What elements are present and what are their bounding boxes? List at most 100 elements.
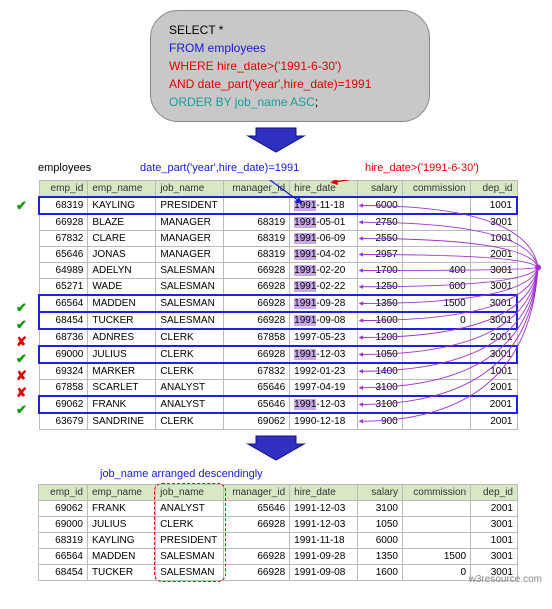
cell-job_name: CLERK	[156, 413, 224, 430]
table-row: 69324MARKERCLERK678321992-01-2314001001	[39, 363, 517, 380]
cell-dep_id: 2001	[470, 413, 517, 430]
cell-emp_name: KAYLING	[87, 533, 155, 549]
sql-semicolon: ;	[315, 95, 318, 109]
cell-emp_id: 68736	[39, 329, 88, 346]
cell-manager_id: 66928	[224, 312, 290, 329]
col-emp_id: emp_id	[39, 485, 88, 501]
cell-emp_id: 68454	[39, 312, 88, 329]
cell-dep_id: 3001	[470, 312, 517, 329]
arrow-down-icon	[246, 126, 306, 154]
employees-table-wrap: emp_idemp_namejob_namemanager_idhire_dat…	[38, 180, 518, 430]
cell-emp_name: JONAS	[88, 247, 156, 263]
cell-commission	[402, 329, 470, 346]
cell-hire_date: 1991-02-22	[290, 279, 358, 296]
cell-commission	[402, 214, 470, 231]
cell-salary: 6000	[358, 533, 403, 549]
cell-emp_id: 66564	[39, 295, 88, 312]
cell-commission: 600	[402, 279, 470, 296]
cell-job_name: PRESIDENT	[156, 197, 224, 214]
cell-emp_name: CLARE	[88, 231, 156, 247]
cell-commission	[402, 501, 470, 517]
col-hire_date: hire_date	[290, 181, 358, 198]
col-emp_id: emp_id	[39, 181, 88, 198]
cell-job_name: SALESMAN	[156, 312, 224, 329]
table-row: 69062FRANKANALYST656461991-12-0331002001	[39, 396, 517, 413]
table-row: 68454TUCKERSALESMAN669281991-09-08160003…	[39, 312, 517, 329]
sql-query-box: SELECT * FROM employees WHERE hire_date>…	[150, 10, 430, 122]
cell-emp_name: SCARLET	[88, 380, 156, 397]
cell-emp_id: 65646	[39, 247, 88, 263]
col-commission: commission	[402, 485, 470, 501]
cell-commission	[402, 517, 470, 533]
labels-row: employees date_part('year',hire_date)=19…	[10, 160, 542, 180]
cell-emp_name: MARKER	[88, 363, 156, 380]
cell-manager_id	[224, 533, 290, 549]
cell-hire_date: 1991-05-01	[290, 214, 358, 231]
check-icon: ✔	[16, 401, 36, 418]
cell-job_name: SALESMAN	[156, 295, 224, 312]
col-manager_id: manager_id	[224, 181, 290, 198]
cell-hire_date: 1991-02-20	[290, 263, 358, 279]
cell-hire_date: 1991-12-03	[290, 346, 358, 363]
credit: w3resource.com	[469, 574, 542, 585]
cell-manager_id: 66928	[224, 565, 290, 581]
cell-dep_id: 3001	[471, 549, 518, 565]
table-row: 63679SANDRINECLERK690621990-12-189002001	[39, 413, 517, 430]
cell-manager_id	[224, 197, 290, 214]
employees-table: emp_idemp_namejob_namemanager_idhire_dat…	[38, 180, 518, 430]
cell-commission: 1500	[402, 549, 470, 565]
cell-emp_id: 69062	[39, 396, 88, 413]
cell-dep_id: 1001	[470, 363, 517, 380]
cross-icon: ✘	[16, 384, 36, 401]
cell-emp_id: 69324	[39, 363, 88, 380]
cell-job_name: MANAGER	[156, 231, 224, 247]
cell-manager_id: 66928	[224, 346, 290, 363]
sql-from: FROM employees	[169, 41, 266, 55]
cell-emp_name: KAYLING	[88, 197, 156, 214]
table-row: 69000JULIUSCLERK669281991-12-0310503001	[39, 346, 517, 363]
cell-dep_id: 2001	[470, 329, 517, 346]
cell-dep_id: 2001	[471, 501, 518, 517]
cell-emp_name: MADDEN	[88, 295, 156, 312]
cell-manager_id: 66928	[224, 279, 290, 296]
table-row: 67832CLAREMANAGER683191991-06-0925501001	[39, 231, 517, 247]
cell-dep_id: 3001	[470, 295, 517, 312]
cell-emp_id: 68454	[39, 565, 88, 581]
cell-emp_id: 67832	[39, 231, 88, 247]
table-row: 69000JULIUSCLERK669281991-12-0310503001	[39, 517, 518, 533]
cell-manager_id: 65646	[224, 380, 290, 397]
cell-emp_id: 63679	[39, 413, 88, 430]
cell-commission	[402, 380, 470, 397]
cell-manager_id: 66928	[224, 549, 290, 565]
sort-caption: job_name arranged descendingly	[100, 468, 542, 480]
cell-emp_name: FRANK	[88, 396, 156, 413]
cell-salary: 1600	[358, 312, 403, 329]
cell-manager_id: 68319	[224, 231, 290, 247]
table-row: 68736ADNRESCLERK678581997-05-2312002001	[39, 329, 517, 346]
cell-emp_id: 66564	[39, 549, 88, 565]
cell-hire_date: 1997-05-23	[290, 329, 358, 346]
cell-commission: 0	[402, 312, 470, 329]
cell-job_name: SALESMAN	[156, 565, 224, 581]
cell-emp_name: TUCKER	[87, 565, 155, 581]
cell-dep_id: 3001	[470, 346, 517, 363]
check-icon: ✔	[16, 350, 36, 367]
cell-emp_id: 69000	[39, 517, 88, 533]
cell-dep_id: 3001	[470, 214, 517, 231]
cell-hire_date: 1992-01-23	[290, 363, 358, 380]
cell-salary: 6000	[358, 197, 403, 214]
check-icon: ✔	[16, 316, 36, 333]
cell-salary: 1600	[358, 565, 403, 581]
cell-job_name: ANALYST	[156, 380, 224, 397]
cell-emp_id: 68319	[39, 197, 88, 214]
cell-emp_id: 64989	[39, 263, 88, 279]
cell-emp_id: 69000	[39, 346, 88, 363]
cell-commission	[402, 533, 470, 549]
cell-commission	[402, 231, 470, 247]
cell-dep_id: 3001	[471, 517, 518, 533]
cell-salary: 1400	[358, 363, 403, 380]
cell-commission: 1500	[402, 295, 470, 312]
cell-hire_date: 1990-12-18	[290, 413, 358, 430]
cell-salary: 900	[358, 413, 403, 430]
cell-emp_id: 66928	[39, 214, 88, 231]
